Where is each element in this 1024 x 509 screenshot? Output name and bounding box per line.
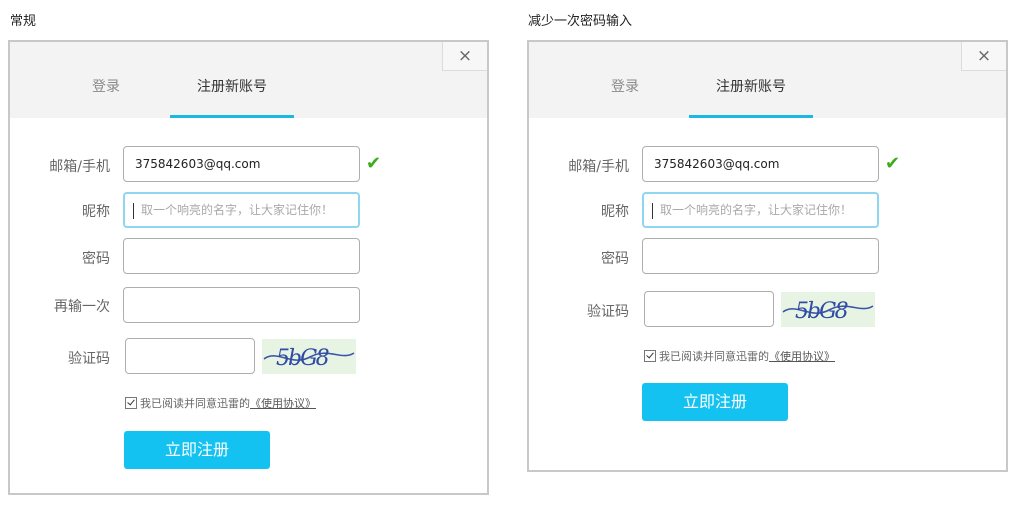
password-field[interactable] bbox=[123, 238, 360, 274]
caption-normal: 常规 bbox=[10, 14, 37, 29]
tab-register-underline bbox=[689, 115, 813, 118]
label-email-phone: 邮箱/手机 bbox=[568, 159, 629, 175]
tab-bar: 登录 注册新账号 bbox=[529, 42, 1006, 118]
nickname-placeholder: 取一个响亮的名字，让大家记住你！ bbox=[660, 203, 853, 217]
captcha-image[interactable]: 5bG8 bbox=[781, 292, 875, 327]
tab-login[interactable]: 登录 bbox=[70, 76, 142, 96]
valid-check-icon: ✔ bbox=[366, 153, 382, 174]
tab-register[interactable]: 注册新账号 bbox=[170, 76, 294, 96]
password-confirm-field[interactable] bbox=[123, 287, 360, 323]
label-password: 密码 bbox=[601, 251, 629, 267]
captcha-text: 5bG8 bbox=[795, 299, 849, 324]
captcha-field[interactable] bbox=[125, 338, 255, 374]
agreement-text: 我已阅读并同意迅雷的 bbox=[659, 350, 769, 363]
tab-login[interactable]: 登录 bbox=[589, 76, 661, 96]
tab-register-underline bbox=[170, 115, 294, 118]
caption-reduced: 减少一次密码输入 bbox=[528, 14, 633, 29]
agreement-row[interactable]: 我已阅读并同意迅雷的《使用协议》 bbox=[125, 395, 316, 411]
label-password-again: 再输一次 bbox=[54, 299, 110, 315]
label-password: 密码 bbox=[82, 251, 110, 267]
register-submit-button[interactable]: 立即注册 bbox=[124, 431, 270, 469]
captcha-text: 5bG8 bbox=[276, 346, 330, 371]
close-icon[interactable]: × bbox=[442, 42, 487, 71]
label-email-phone: 邮箱/手机 bbox=[49, 159, 110, 175]
valid-check-icon: ✔ bbox=[885, 153, 901, 174]
tab-register[interactable]: 注册新账号 bbox=[689, 76, 813, 96]
agreement-link[interactable]: 《使用协议》 bbox=[250, 397, 316, 410]
nickname-input[interactable]: 取一个响亮的名字，让大家记住你！ bbox=[123, 192, 360, 228]
agreement-link[interactable]: 《使用协议》 bbox=[769, 350, 835, 363]
agree-checkbox[interactable] bbox=[644, 350, 656, 362]
captcha-image[interactable]: 5bG8 bbox=[262, 339, 356, 374]
nickname-placeholder: 取一个响亮的名字，让大家记住你！ bbox=[141, 203, 334, 217]
register-dialog-normal: 登录 注册新账号 × 邮箱/手机 375842603@qq.com ✔ 昵称 取… bbox=[8, 40, 489, 495]
email-field[interactable]: 375842603@qq.com bbox=[642, 146, 879, 182]
agree-checkbox[interactable] bbox=[125, 397, 137, 409]
text-caret bbox=[652, 202, 653, 219]
label-nickname: 昵称 bbox=[601, 204, 629, 220]
agreement-row[interactable]: 我已阅读并同意迅雷的《使用协议》 bbox=[644, 348, 835, 364]
label-captcha: 验证码 bbox=[68, 351, 110, 367]
label-captcha: 验证码 bbox=[587, 304, 629, 320]
captcha-field[interactable] bbox=[644, 291, 774, 327]
text-caret bbox=[133, 202, 134, 219]
tab-bar: 登录 注册新账号 bbox=[10, 42, 487, 118]
close-icon[interactable]: × bbox=[961, 42, 1006, 71]
register-dialog-reduced: 登录 注册新账号 × 邮箱/手机 375842603@qq.com ✔ 昵称 取… bbox=[527, 40, 1008, 472]
agreement-text: 我已阅读并同意迅雷的 bbox=[140, 397, 250, 410]
label-nickname: 昵称 bbox=[82, 204, 110, 220]
password-field[interactable] bbox=[642, 238, 879, 274]
email-field[interactable]: 375842603@qq.com bbox=[123, 146, 360, 182]
nickname-input[interactable]: 取一个响亮的名字，让大家记住你！ bbox=[642, 192, 879, 228]
register-submit-button[interactable]: 立即注册 bbox=[642, 383, 788, 421]
